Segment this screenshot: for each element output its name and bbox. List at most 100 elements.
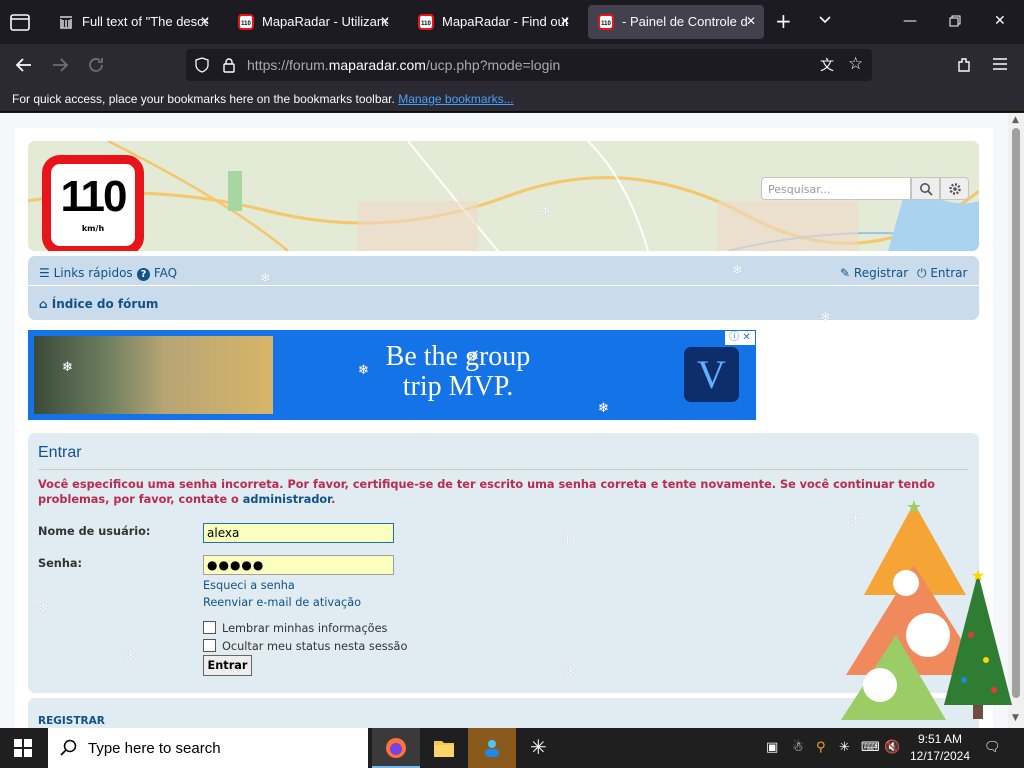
christmas-tree-decoration: ★ ★: [841, 497, 1012, 720]
network-icon[interactable]: ⌨: [861, 740, 880, 755]
breadcrumb[interactable]: ⌂ Índice do fórum: [39, 297, 158, 311]
url-bar[interactable]: https://forum.maparadar.com/ucp.php?mode…: [186, 49, 872, 81]
manage-bookmarks-link[interactable]: Manage bookmarks...: [398, 92, 513, 106]
tab-painel-controle[interactable]: 110 - Painel de Controle do ✕: [588, 5, 764, 39]
advanced-search-button[interactable]: [940, 177, 969, 200]
adchoices-icon[interactable]: ⓘ ✕: [725, 331, 755, 345]
scroll-up-icon[interactable]: ▲: [1012, 115, 1019, 125]
edit-icon: ✎: [840, 266, 851, 280]
snowflake-icon: ❄: [562, 533, 573, 548]
back-arrow-icon[interactable]: [13, 54, 35, 76]
tab-archive[interactable]: Full text of "The descen ✕: [48, 5, 218, 39]
translate-icon[interactable]: 文: [820, 55, 834, 75]
error-end: .: [331, 493, 336, 506]
snowflake-icon: ❄: [125, 649, 136, 664]
firefox-view-icon[interactable]: [8, 10, 32, 34]
taskbar-app-people[interactable]: [468, 728, 516, 768]
snowflake-icon: ❄: [62, 360, 73, 375]
tab-maparadar-2[interactable]: 110 MapaRadar - Find out th ✕: [408, 5, 578, 39]
remember-me-row[interactable]: Lembrar minhas informações: [203, 621, 387, 635]
header-map-banner: 110 km/h Pesquisar...: [28, 141, 979, 251]
ad-banner[interactable]: Be the group trip MVP. V ⓘ ✕: [28, 330, 756, 420]
login-label: Entrar: [930, 266, 968, 280]
tab-maparadar-1[interactable]: 110 MapaRadar - Utilizando ✕: [228, 5, 398, 39]
hide-status-checkbox[interactable]: [203, 639, 216, 652]
extensions-icon[interactable]: [955, 56, 973, 74]
search-icon: [60, 739, 77, 756]
shield-icon[interactable]: [194, 57, 210, 73]
taskbar-clock[interactable]: 9:51 AM 12/17/2024: [906, 731, 974, 765]
administrator-link[interactable]: administrador: [243, 493, 331, 506]
quick-links-menu[interactable]: ☰ Links rápidos: [39, 266, 133, 280]
taskbar-firefox[interactable]: [372, 728, 420, 768]
faq-label: FAQ: [153, 266, 178, 280]
power-icon: ⏻: [917, 266, 927, 280]
windows-taskbar: Type here to search ✳ ▣ ☃ ⚲ ✳ ⌨ 🔇 9:51 A…: [0, 728, 1024, 768]
reload-icon[interactable]: [85, 54, 107, 76]
ad-headline-line2: trip MVP.: [402, 371, 514, 402]
navbar-top-row: ☰ Links rápidos ? FAQ ✎ Registrar ⏻ Entr…: [28, 256, 979, 286]
chevron-down-icon[interactable]: [818, 13, 832, 27]
tray-app-icon[interactable]: ▣: [766, 740, 778, 755]
volume-muted-icon[interactable]: 🔇: [884, 740, 900, 755]
tray-search-icon[interactable]: ⚲: [816, 740, 826, 755]
tab-title: - Painel de Controle do: [622, 14, 748, 29]
login-submit-button[interactable]: Entrar: [203, 655, 252, 676]
close-tab-icon[interactable]: ✕: [200, 14, 210, 28]
forward-arrow-icon[interactable]: [49, 54, 71, 76]
resend-activation-link[interactable]: Reenviar e-mail de ativação: [203, 596, 361, 609]
maparadar-favicon: 110: [238, 14, 254, 30]
snowflake-icon: ❄: [598, 401, 609, 416]
taskbar-file-explorer[interactable]: [420, 728, 468, 768]
tab-bar: Full text of "The descen ✕ 110 MapaRadar…: [0, 0, 1024, 44]
lock-icon[interactable]: [222, 57, 236, 73]
bars-icon: ☰: [39, 266, 50, 280]
login-title: Entrar: [38, 444, 968, 470]
minimize-icon[interactable]: —: [903, 13, 917, 29]
search-icon: [919, 183, 933, 196]
close-tab-icon[interactable]: ✕: [746, 14, 756, 28]
close-tab-icon[interactable]: ✕: [380, 14, 390, 28]
ad-headline: Be the group trip MVP.: [358, 342, 558, 402]
forgot-password-link[interactable]: Esqueci a senha: [203, 579, 295, 592]
question-circle-icon: ?: [137, 268, 150, 281]
snowflake-icon: ❄: [468, 350, 479, 365]
svg-text:★: ★: [971, 566, 985, 585]
login-link[interactable]: ⏻ Entrar: [917, 266, 967, 281]
gear-icon: [948, 183, 961, 195]
restore-icon[interactable]: [949, 15, 961, 27]
bookmarks-toolbar: For quick access, place your bookmarks h…: [0, 86, 1024, 112]
faq-link[interactable]: ? FAQ: [137, 266, 177, 281]
breadcrumb-forum-index: Índice do fórum: [51, 297, 159, 311]
taskbar-app-spark[interactable]: ✳: [516, 728, 564, 768]
register-link[interactable]: ✎ Registrar: [840, 266, 908, 280]
username-field[interactable]: alexa: [203, 523, 394, 543]
snowflake-icon: ❄: [565, 665, 576, 680]
new-tab-icon[interactable]: +: [775, 11, 792, 31]
close-window-icon[interactable]: ✕: [994, 13, 1006, 29]
snowflake-icon: ❄: [820, 310, 831, 325]
search-input[interactable]: Pesquisar...: [761, 177, 911, 200]
tray-spark-icon[interactable]: ✳: [839, 740, 850, 755]
bookmark-star-icon[interactable]: ☆: [848, 54, 863, 74]
snowflake-icon: ❄: [358, 363, 369, 378]
menu-icon[interactable]: [992, 57, 1008, 71]
tray-snowman-icon[interactable]: ☃: [792, 740, 804, 755]
snowflake-icon: ❄: [260, 271, 271, 286]
notifications-icon[interactable]: 🗨: [984, 740, 1001, 755]
password-field[interactable]: ●●●●●: [203, 555, 394, 575]
forum-navbar: ☰ Links rápidos ? FAQ ✎ Registrar ⏻ Entr…: [28, 256, 979, 320]
hide-status-row[interactable]: Ocultar meu status nesta sessão: [203, 639, 407, 653]
taskbar-search-box[interactable]: Type here to search: [48, 728, 368, 768]
svg-text:110: 110: [241, 21, 251, 27]
logo-unit: km/h: [81, 224, 105, 233]
search-button[interactable]: [911, 177, 940, 200]
tab-title: MapaRadar - Utilizando: [262, 14, 388, 29]
remember-me-checkbox[interactable]: [203, 621, 216, 634]
site-logo[interactable]: 110 km/h: [42, 155, 144, 251]
close-tab-icon[interactable]: ✕: [560, 14, 570, 28]
maparadar-favicon: 110: [418, 14, 434, 30]
firefox-icon: [386, 738, 406, 758]
clock-date: 12/17/2024: [909, 749, 971, 763]
windows-start-icon[interactable]: [14, 739, 32, 757]
